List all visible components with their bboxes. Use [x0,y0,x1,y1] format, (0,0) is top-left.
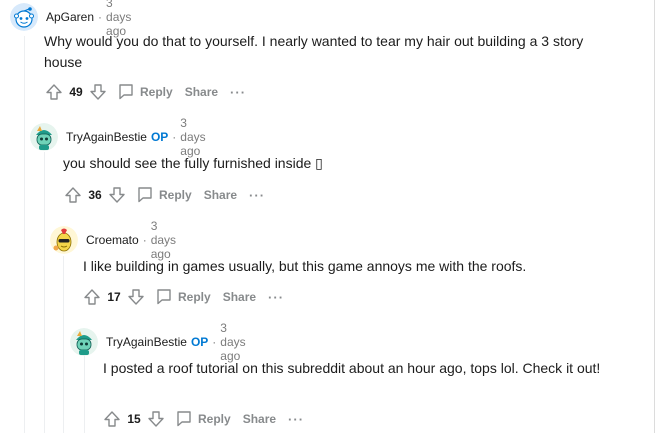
comment-actions: 15 Reply Share ··· [101,407,304,431]
op-badge: OP [150,130,169,144]
comment-actions: 17 Reply Share ··· [81,285,284,309]
more-options-icon[interactable]: ··· [230,85,246,100]
upvote-icon[interactable] [43,81,65,103]
reply-label: Reply [140,85,173,99]
comment-timestamp[interactable]: 3 days ago [220,321,245,363]
more-options-icon[interactable]: ··· [249,188,265,203]
reply-label: Reply [198,412,231,426]
comment-author[interactable]: ApGaren [46,10,94,24]
comment-body: you should see the fully furnished insid… [63,155,323,171]
green-character-avatar-icon[interactable] [30,123,58,151]
comment-bubble-icon [117,82,135,103]
op-badge: OP [190,335,209,349]
downvote-icon[interactable] [125,286,147,308]
reply-button[interactable]: Reply [155,287,211,308]
vote-score: 15 [127,412,141,426]
thread-line[interactable] [24,36,25,433]
comment-body: Why would you do that to yourself. I nea… [44,33,584,70]
separator-dot: · [142,233,147,247]
comment-bubble-icon [136,185,154,206]
vote-score: 49 [69,85,83,99]
upvote-icon[interactable] [62,184,84,206]
reply-label: Reply [178,290,211,304]
comment-timestamp[interactable]: 3 days ago [180,116,205,158]
separator-dot: · [98,10,103,24]
upvote-icon[interactable] [101,408,123,430]
comment-body: I posted a roof tutorial on this subredd… [103,360,601,376]
thread-line[interactable] [63,256,64,433]
thread-line[interactable] [84,356,85,433]
yellow-character-avatar-icon[interactable] [50,226,78,254]
snoo-avatar-icon[interactable] [10,3,38,31]
thread-line[interactable] [44,152,45,433]
green-character-avatar-icon[interactable] [70,328,98,356]
reply-button[interactable]: Reply [175,409,231,430]
comment-body: I like building in games usually, but th… [83,258,527,274]
share-button[interactable]: Share [204,188,237,202]
comment-header: TryAgainBestie OP · 3 days ago [70,321,246,363]
comment-header: Croemato · 3 days ago [50,219,176,261]
comment-bubble-icon [175,409,193,430]
comment-author[interactable]: TryAgainBestie [66,130,147,144]
comment-header: TryAgainBestie OP · 3 days ago [30,116,206,158]
upvote-icon[interactable] [81,286,103,308]
vote-score: 36 [88,188,102,202]
share-button[interactable]: Share [223,290,256,304]
share-button[interactable]: Share [185,85,218,99]
comment-timestamp[interactable]: 3 days ago [151,219,176,261]
reply-button[interactable]: Reply [117,82,173,103]
downvote-icon[interactable] [106,184,128,206]
comment-bubble-icon [155,287,173,308]
reply-button[interactable]: Reply [136,185,192,206]
more-options-icon[interactable]: ··· [268,290,284,305]
comment-actions: 36 Reply Share ··· [62,183,265,207]
comment-actions: 49 Reply Share ··· [43,80,246,104]
more-options-icon[interactable]: ··· [288,412,304,427]
vote-score: 17 [107,290,121,304]
comment-author[interactable]: TryAgainBestie [106,335,187,349]
comment-author[interactable]: Croemato [86,233,139,247]
share-button[interactable]: Share [243,412,276,426]
downvote-icon[interactable] [87,81,109,103]
separator-dot: · [212,335,217,349]
reply-label: Reply [159,188,192,202]
comment-header: ApGaren · 3 days ago [10,0,131,38]
downvote-icon[interactable] [145,408,167,430]
separator-dot: · [172,130,177,144]
